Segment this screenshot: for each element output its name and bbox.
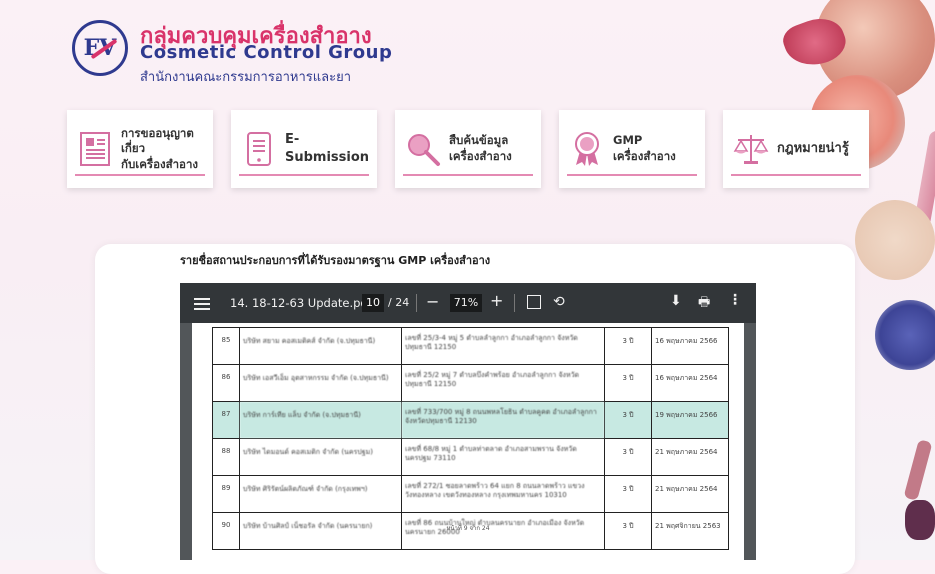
row-number: 85 xyxy=(212,327,240,365)
brand-subtitle: สำนักงานคณะกรรมการอาหารและยา xyxy=(140,70,352,85)
page-footer: หน้าที่ 9 จาก 24 xyxy=(446,525,490,532)
gmp-table: 85 บริษัท สยาม คอสเมติคส์ จำกัด (จ.ปทุมธา… xyxy=(212,327,729,550)
site-logo[interactable]: FV xyxy=(72,20,128,76)
table-row: 88 บริษัท ไดมอนด์ คอสเมติก จำกัด (นครปฐม)… xyxy=(212,438,729,476)
rotate-icon[interactable]: ⟲ xyxy=(553,294,565,310)
menu-card-label: GMP เครื่องสำอาง xyxy=(613,133,676,163)
pdf-viewer[interactable]: 14. 18-12-63 Update.pdf 10 / 24 − 71% + … xyxy=(180,283,756,560)
menu-card-gmp[interactable]: GMP เครื่องสำอาง xyxy=(559,110,705,188)
table-row: 87 บริษัท การ์เทีย แล็บ จำกัด (จ.ปทุมธานี… xyxy=(212,401,729,439)
content-title: รายชื่อสถานประกอบการที่ได้รับรองมาตรฐาน … xyxy=(180,254,491,267)
brand-title-english: Cosmetic Control Group xyxy=(140,42,393,63)
menu-card-label: สืบค้นข้อมูล เครื่องสำอาง xyxy=(449,133,512,163)
company-name: บริษัท การ์เทีย แล็บ จำกัด (จ.ปทุมธานี) xyxy=(239,401,402,439)
row-number: 87 xyxy=(212,401,240,439)
validity-period: 3 ปี xyxy=(604,401,652,439)
pdf-filename: 14. 18-12-63 Update.pdf xyxy=(230,296,372,310)
expiry-date: 16 พฤษภาคม 2566 xyxy=(651,327,729,365)
expiry-date: 16 พฤษภาคม 2564 xyxy=(651,364,729,402)
validity-period: 3 ปี xyxy=(604,364,652,402)
expiry-date: 21 พฤษภาคม 2564 xyxy=(651,438,729,476)
eyeshadow-decoration xyxy=(875,300,935,370)
main-menu: การขออนุญาตเกี่ยว กับเครื่องสำอาง E-Subm… xyxy=(67,110,869,188)
page-total: / 24 xyxy=(388,296,410,309)
company-address: เลขที่ 25/2 หมู่ 7 ตำบลบึงคำพร้อย อำเภอล… xyxy=(401,364,605,402)
expiry-date: 19 พฤษภาคม 2566 xyxy=(651,401,729,439)
face-powder-decoration xyxy=(855,200,935,280)
magnifier-icon xyxy=(405,131,441,167)
lipstick-decoration xyxy=(903,439,933,501)
company-name: บริษัท เอสวีเอ็ม อุตสาหกรรม จำกัด (จ.ปทุ… xyxy=(239,364,402,402)
zoom-out-icon[interactable]: − xyxy=(426,292,439,311)
table-row: 86 บริษัท เอสวีเอ็ม อุตสาหกรรม จำกัด (จ.ป… xyxy=(212,364,729,402)
company-name: บริษัท สยาม คอสเมติคส์ จำกัด (จ.ปทุมธานี… xyxy=(239,327,402,365)
expiry-date: 21 พฤษภาคม 2564 xyxy=(651,475,729,513)
zoom-level-input[interactable]: 71% xyxy=(450,294,482,312)
document-icon xyxy=(77,131,113,167)
toolbar-divider xyxy=(416,294,417,312)
company-address: เลขที่ 733/700 หมู่ 8 ถนนพหลโยธิน ตำบลคู… xyxy=(401,401,605,439)
print-icon[interactable]: 🖶 xyxy=(698,293,710,315)
menu-card-law[interactable]: กฎหมายน่ารู้ xyxy=(723,110,869,188)
menu-card-e-submission[interactable]: E-Submission xyxy=(231,110,377,188)
scales-icon xyxy=(733,131,769,167)
fit-to-page-icon[interactable] xyxy=(527,295,541,309)
toolbar-divider xyxy=(514,294,515,312)
menu-icon[interactable] xyxy=(194,295,210,311)
validity-period: 3 ปี xyxy=(604,475,652,513)
validity-period: 3 ปี xyxy=(604,438,652,476)
row-number: 86 xyxy=(212,364,240,402)
company-address: เลขที่ 272/1 ซอยลาดพร้าว 64 แยก 8 ถนนลาด… xyxy=(401,475,605,513)
award-badge-icon xyxy=(569,131,605,167)
table-row: 89 บริษัท ศิริรัตน์ผลิตภัณฑ์ จำกัด (กรุงเ… xyxy=(212,475,729,513)
menu-card-permits[interactable]: การขออนุญาตเกี่ยว กับเครื่องสำอาง xyxy=(67,110,213,188)
table-row: 85 บริษัท สยาม คอสเมติคส์ จำกัด (จ.ปทุมธา… xyxy=(212,327,729,365)
tablet-icon xyxy=(241,131,277,167)
menu-card-label: การขออนุญาตเกี่ยว กับเครื่องสำอาง xyxy=(121,125,199,171)
company-name: บริษัท ศิริรัตน์ผลิตภัณฑ์ จำกัด (กรุงเทพ… xyxy=(239,475,402,513)
company-name: บริษัท ไดมอนด์ คอสเมติก จำกัด (นครปฐม) xyxy=(239,438,402,476)
zoom-in-icon[interactable]: + xyxy=(490,291,503,310)
nail-polish-decoration xyxy=(905,500,935,540)
pdf-page: 85 บริษัท สยาม คอสเมติคส์ จำกัด (จ.ปทุมธา… xyxy=(192,323,744,560)
validity-period: 3 ปี xyxy=(604,327,652,365)
more-options-icon[interactable]: ⋮ xyxy=(728,292,742,308)
row-number: 89 xyxy=(212,475,240,513)
menu-card-label: กฎหมายน่ารู้ xyxy=(777,141,849,157)
company-address: เลขที่ 68/8 หมู่ 1 ตำบลท่าตลาด อำเภอสามพ… xyxy=(401,438,605,476)
company-address: เลขที่ 25/3-4 หมู่ 5 ตำบลลำลูกกา อำเภอลำ… xyxy=(401,327,605,365)
download-icon[interactable]: ⬇ xyxy=(670,293,682,309)
row-number: 88 xyxy=(212,438,240,476)
pdf-toolbar: 14. 18-12-63 Update.pdf 10 / 24 − 71% + … xyxy=(180,283,756,323)
page-number-input[interactable]: 10 xyxy=(362,294,384,312)
menu-card-search[interactable]: สืบค้นข้อมูล เครื่องสำอาง xyxy=(395,110,541,188)
menu-card-label: E-Submission xyxy=(285,132,370,165)
